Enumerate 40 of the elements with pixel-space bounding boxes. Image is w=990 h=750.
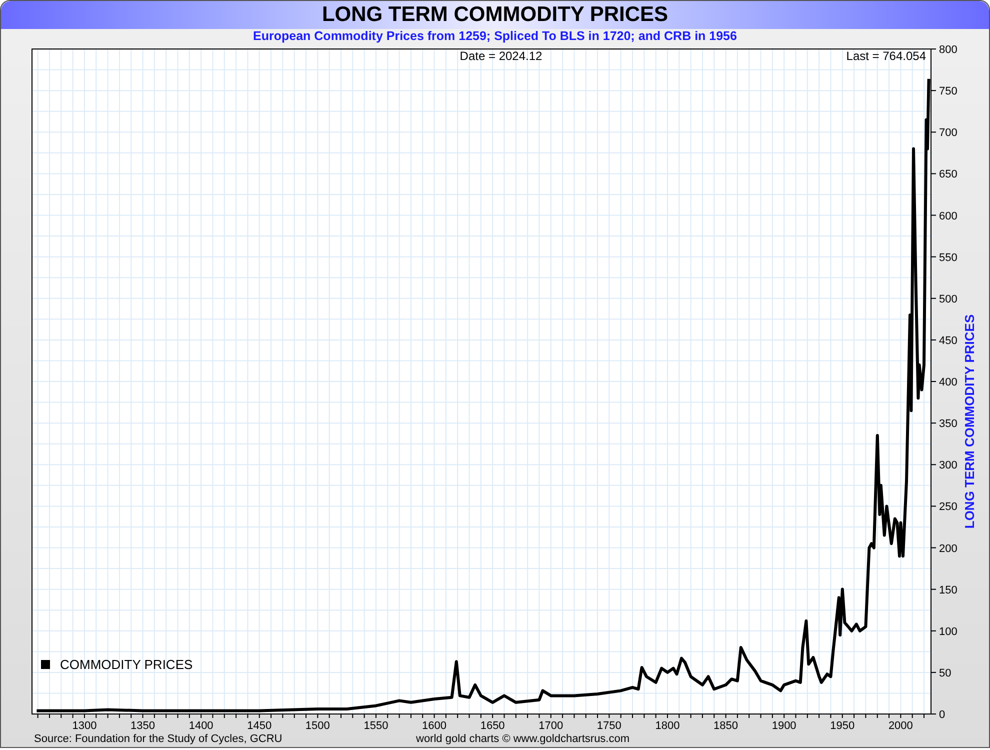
date-annotation: Date = 2024.12 [460, 49, 542, 63]
y-tick-label: 750 [939, 86, 958, 98]
legend-label: COMMODITY PRICES [60, 657, 193, 672]
x-tick-label: 1300 [72, 720, 97, 732]
y-tick-label: 700 [939, 127, 958, 140]
y-tick-label: 100 [939, 626, 958, 638]
chart-title: LONG TERM COMMODITY PRICES [1, 1, 989, 29]
y-tick-label: 400 [939, 376, 958, 388]
y-tick-label: 450 [939, 334, 958, 347]
y-tick-label: 350 [939, 418, 958, 430]
y-tick-label: 50 [939, 667, 952, 680]
x-tick-label: 1950 [830, 720, 855, 732]
y-tick-label: 500 [939, 293, 958, 306]
y-tick-label: 300 [939, 460, 958, 472]
x-tick-label: 1450 [247, 720, 272, 732]
x-tick-label: 1350 [130, 720, 156, 732]
y-tick-label: 650 [939, 168, 958, 181]
x-tick-label: 1700 [538, 720, 564, 732]
y-tick-label: 550 [939, 252, 958, 264]
x-tick-label: 1750 [596, 720, 622, 732]
x-tick-label: 1900 [772, 720, 796, 732]
credit-note: world gold charts © www.goldchartsrus.com [416, 733, 630, 746]
y-tick-label: 0 [939, 709, 946, 721]
y-axis-label: LONG TERM COMMODITY PRICES [962, 314, 977, 529]
x-tick-label: 1650 [480, 720, 505, 732]
x-tick-label: 1600 [422, 720, 447, 732]
x-tick-label: 1800 [655, 720, 680, 732]
y-tick-label: 250 [939, 501, 958, 514]
y-tick-label: 150 [939, 584, 958, 596]
chart-subtitle: European Commodity Prices from 1259; Spliced To BLS in 1720; and CRB in 1956 [252, 29, 738, 43]
x-tick-label: 1400 [188, 720, 214, 732]
x-tick-label: 1550 [364, 720, 388, 732]
y-tick-label: 200 [939, 542, 958, 555]
x-tick-label: 1500 [305, 720, 330, 732]
last-annotation: Last = 764.054 [846, 49, 926, 63]
y-tick-label: 800 [939, 44, 958, 56]
source-note: Source: Foundation for the Study of Cycles, GCRU [34, 733, 282, 746]
x-tick-label: 1850 [714, 720, 738, 732]
x-tick-label: 2000 [888, 720, 913, 732]
y-tick-label: 600 [939, 210, 958, 222]
